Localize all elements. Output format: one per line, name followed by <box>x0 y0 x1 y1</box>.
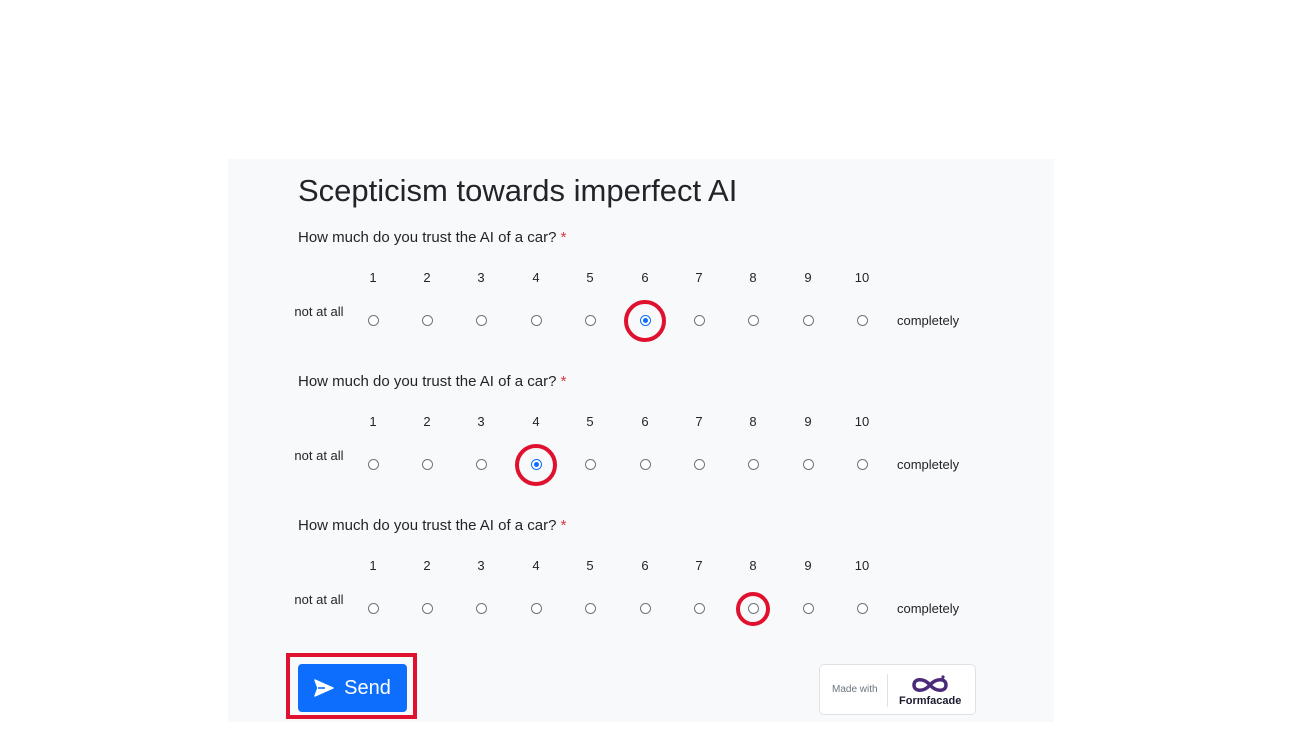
rating-radio-5[interactable] <box>584 459 596 470</box>
rating-radio-3[interactable] <box>475 459 487 470</box>
badge-divider <box>887 674 888 707</box>
scale-number-5: 5 <box>586 270 594 285</box>
rating-radio-10[interactable] <box>856 603 868 614</box>
scale-number-1: 1 <box>369 270 377 285</box>
rating-radio-4[interactable] <box>530 603 542 614</box>
send-icon <box>314 679 334 697</box>
scale-number-7: 7 <box>695 414 703 429</box>
rating-radio-6[interactable] <box>639 459 651 470</box>
scale-high-label: completely <box>897 601 960 616</box>
rating-radio-4[interactable] <box>530 315 542 326</box>
scale-low-label: not at all <box>294 304 344 319</box>
rating-radio-6[interactable] <box>639 603 651 614</box>
made-with-label: Made with <box>832 684 878 695</box>
rating-question: How much do you trust the AI of a car? *… <box>228 229 1054 369</box>
question-text: How much do you trust the AI of a car? <box>298 229 557 246</box>
required-marker: * <box>560 229 567 246</box>
required-marker: * <box>560 517 567 534</box>
scale-number-7: 7 <box>695 270 703 285</box>
scale-number-6: 6 <box>641 270 649 285</box>
scale-number-4: 4 <box>532 414 540 429</box>
scale-number-8: 8 <box>749 414 757 429</box>
scale-number-2: 2 <box>423 414 431 429</box>
rating-radio-6[interactable] <box>639 315 651 326</box>
question-label: How much do you trust the AI of a car? * <box>298 229 566 247</box>
rating-radio-3[interactable] <box>475 315 487 326</box>
rating-radio-9[interactable] <box>802 459 814 470</box>
rating-radio-7[interactable] <box>693 603 705 614</box>
scale-number-5: 5 <box>586 558 594 573</box>
rating-radio-4[interactable] <box>530 459 542 470</box>
scale-low-label: not at all <box>294 592 344 607</box>
rating-radio-5[interactable] <box>584 315 596 326</box>
scale-high-label: completely <box>897 313 960 328</box>
rating-radio-2[interactable] <box>421 603 433 614</box>
scale-number-8: 8 <box>749 558 757 573</box>
send-button[interactable]: Send <box>298 664 407 712</box>
rating-radio-8[interactable] <box>747 315 759 326</box>
rating-question: How much do you trust the AI of a car? *… <box>228 517 1054 657</box>
scale-number-3: 3 <box>477 270 485 285</box>
scale-number-5: 5 <box>586 414 594 429</box>
scale-number-4: 4 <box>532 558 540 573</box>
rating-radio-1[interactable] <box>367 459 379 470</box>
rating-radio-1[interactable] <box>367 603 379 614</box>
rating-radio-3[interactable] <box>475 603 487 614</box>
made-with-formfacade-badge[interactable]: Made with Formfacade <box>819 664 976 715</box>
scale-number-6: 6 <box>641 414 649 429</box>
rating-radio-7[interactable] <box>693 315 705 326</box>
rating-radio-1[interactable] <box>367 315 379 326</box>
rating-radio-7[interactable] <box>693 459 705 470</box>
scale-number-3: 3 <box>477 414 485 429</box>
scale-number-2: 2 <box>423 558 431 573</box>
scale-number-8: 8 <box>749 270 757 285</box>
rating-radio-2[interactable] <box>421 459 433 470</box>
formfacade-logo-icon <box>910 674 950 696</box>
rating-radio-8[interactable] <box>747 603 759 614</box>
rating-radio-9[interactable] <box>802 603 814 614</box>
question-text: How much do you trust the AI of a car? <box>298 517 557 534</box>
scale-number-4: 4 <box>532 270 540 285</box>
scale-number-10: 10 <box>854 270 870 285</box>
scale-number-6: 6 <box>641 558 649 573</box>
question-label: How much do you trust the AI of a car? * <box>298 517 566 535</box>
scale-high-label: completely <box>897 457 960 472</box>
send-button-label: Send <box>344 676 391 699</box>
question-text: How much do you trust the AI of a car? <box>298 373 557 390</box>
form-panel: Scepticism towards imperfect AI How much… <box>228 159 1054 722</box>
scale-number-7: 7 <box>695 558 703 573</box>
scale-number-3: 3 <box>477 558 485 573</box>
rating-radio-2[interactable] <box>421 315 433 326</box>
question-label: How much do you trust the AI of a car? * <box>298 373 566 391</box>
scale-number-10: 10 <box>854 558 870 573</box>
rating-radio-8[interactable] <box>747 459 759 470</box>
scale-number-1: 1 <box>369 558 377 573</box>
rating-radio-9[interactable] <box>802 315 814 326</box>
scale-number-9: 9 <box>804 558 812 573</box>
scale-number-10: 10 <box>854 414 870 429</box>
rating-radio-10[interactable] <box>856 315 868 326</box>
rating-question: How much do you trust the AI of a car? *… <box>228 373 1054 513</box>
scale-number-1: 1 <box>369 414 377 429</box>
scale-number-2: 2 <box>423 270 431 285</box>
scale-number-9: 9 <box>804 414 812 429</box>
form-title: Scepticism towards imperfect AI <box>298 173 738 208</box>
rating-radio-5[interactable] <box>584 603 596 614</box>
scale-number-9: 9 <box>804 270 812 285</box>
scale-low-label: not at all <box>294 448 344 463</box>
formfacade-brand-name: Formfacade <box>899 695 962 707</box>
rating-radio-10[interactable] <box>856 459 868 470</box>
required-marker: * <box>560 373 567 390</box>
